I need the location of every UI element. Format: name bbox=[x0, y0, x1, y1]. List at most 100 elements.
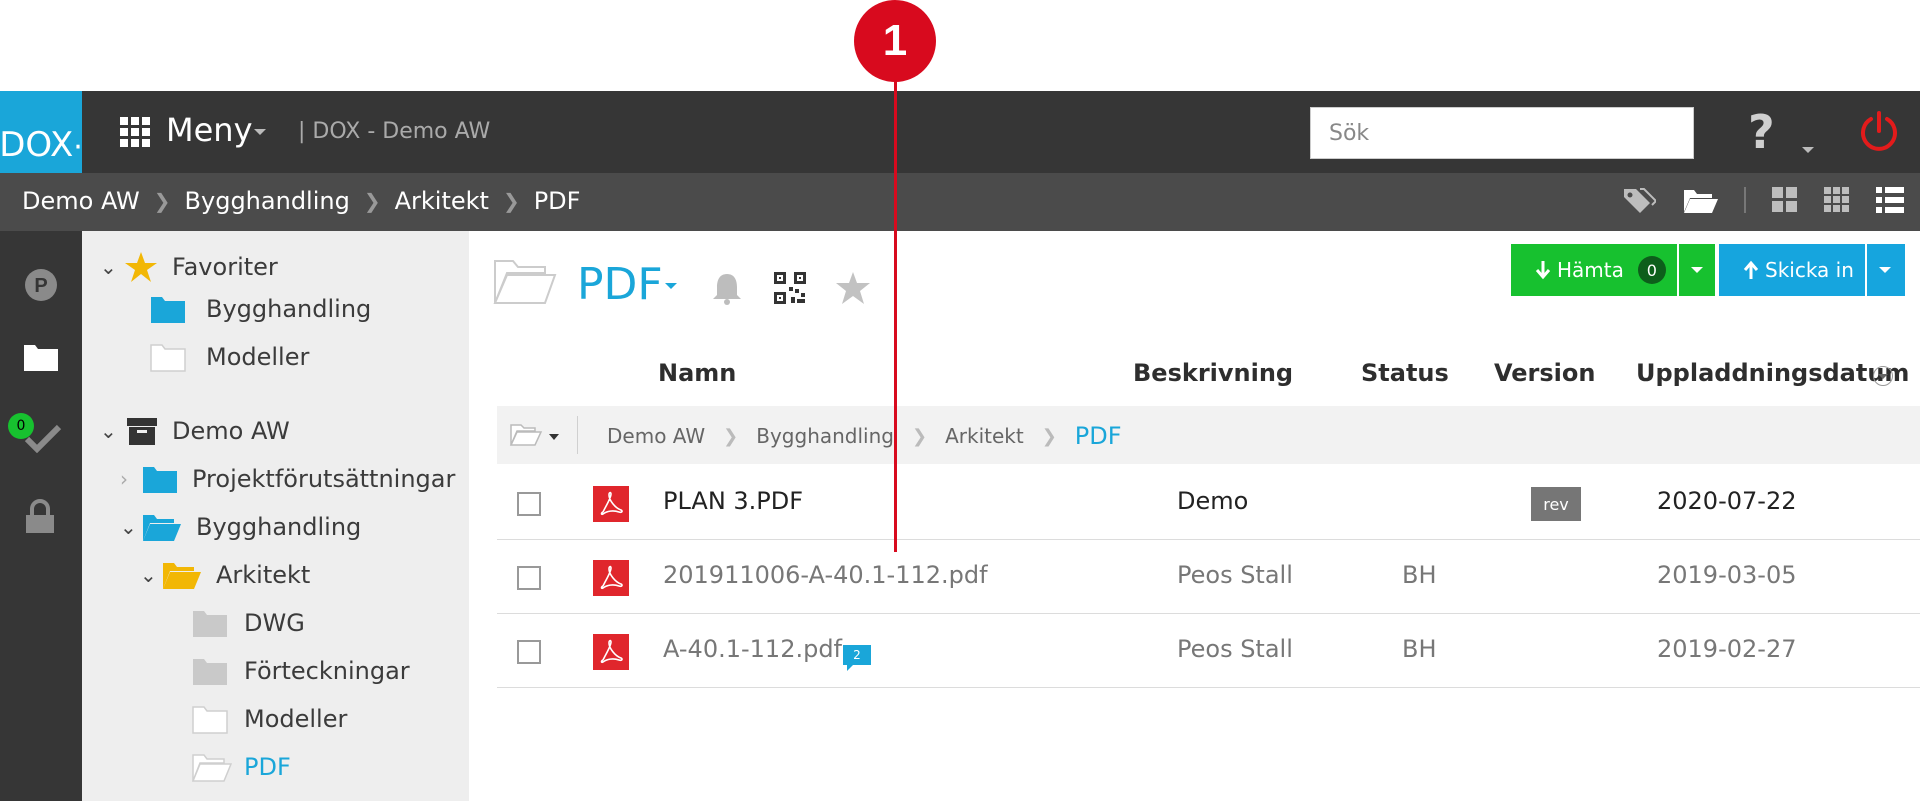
tree-label: Arkitekt bbox=[216, 561, 311, 589]
file-name[interactable]: PLAN 3.PDF bbox=[663, 487, 803, 515]
list-view-icon[interactable] bbox=[1876, 187, 1904, 213]
chevron-down-icon[interactable]: ⌄ bbox=[140, 563, 162, 587]
arrow-up-icon bbox=[1743, 260, 1759, 279]
file-status: BH bbox=[1402, 561, 1437, 589]
upload-dropdown[interactable] bbox=[1867, 244, 1905, 296]
folder-dropdown-icon[interactable] bbox=[509, 422, 565, 448]
tree-folder[interactable]: Förteckningar bbox=[192, 651, 410, 691]
bell-icon[interactable] bbox=[711, 271, 743, 305]
row-checkbox[interactable] bbox=[517, 566, 541, 590]
grid-menu-icon[interactable] bbox=[120, 117, 150, 147]
help-icon[interactable]: ? bbox=[1748, 105, 1775, 159]
column-header-version[interactable]: Version bbox=[1494, 359, 1595, 387]
table-row[interactable]: 201911006-A-40.1-112.pdf Peos Stall BH 2… bbox=[497, 541, 1920, 614]
download-count-badge: 0 bbox=[1637, 256, 1666, 284]
favorite-star-icon[interactable] bbox=[835, 271, 871, 305]
tree-folder[interactable]: ⌄ Bygghandling bbox=[120, 507, 361, 547]
large-grid-view-icon[interactable] bbox=[1772, 187, 1798, 213]
column-header-status[interactable]: Status bbox=[1361, 359, 1449, 387]
chevron-right-icon: ❯ bbox=[153, 189, 171, 213]
path-item[interactable]: Demo AW bbox=[607, 424, 705, 448]
table-row[interactable]: A-40.1-112.pdf 2 Peos Stall BH 2019-02-2… bbox=[497, 615, 1920, 688]
tree-favorite-item[interactable]: Modeller bbox=[150, 337, 309, 377]
chevron-down-icon[interactable]: ⌄ bbox=[120, 515, 142, 539]
upload-label: Skicka in bbox=[1765, 258, 1854, 282]
documents-folder-icon[interactable] bbox=[23, 341, 59, 373]
chevron-right-icon: ❯ bbox=[363, 189, 381, 213]
star-icon bbox=[125, 252, 157, 282]
tree-folder[interactable]: Modeller bbox=[192, 699, 347, 739]
dox-logo[interactable]: DOX · bbox=[0, 91, 83, 173]
breadcrumb-item[interactable]: PDF bbox=[534, 187, 581, 215]
tree-label: Förteckningar bbox=[244, 657, 410, 685]
download-label: Hämta bbox=[1557, 258, 1624, 282]
help-caret-icon[interactable] bbox=[1802, 147, 1814, 153]
chevron-down-icon[interactable]: ⌄ bbox=[100, 419, 122, 443]
path-item-current[interactable]: PDF bbox=[1075, 422, 1122, 450]
lock-icon[interactable] bbox=[23, 499, 57, 535]
small-grid-view-icon[interactable] bbox=[1824, 187, 1850, 213]
file-name[interactable]: A-40.1-112.pdf bbox=[663, 635, 842, 663]
menu-button[interactable]: Meny bbox=[166, 111, 253, 149]
breadcrumb-item[interactable]: Bygghandling bbox=[185, 187, 350, 215]
column-header-name[interactable]: Namn bbox=[658, 359, 736, 387]
file-date: 2019-02-27 bbox=[1657, 635, 1797, 663]
project-label: | DOX - Demo AW bbox=[298, 119, 491, 144]
column-header-upload-date[interactable]: Uppladdningsdatum bbox=[1636, 359, 1909, 387]
pdf-file-icon bbox=[593, 560, 629, 596]
folder-tree: ⌄ Favoriter Bygghandling Modeller ⌄ Demo… bbox=[82, 231, 469, 801]
comment-count-badge[interactable]: 2 bbox=[843, 645, 871, 671]
tree-favorites[interactable]: ⌄ Favoriter bbox=[100, 247, 278, 287]
power-icon[interactable] bbox=[1856, 109, 1902, 155]
tree-favorite-item[interactable]: Bygghandling bbox=[150, 289, 371, 329]
chevron-right-icon[interactable]: › bbox=[120, 467, 142, 491]
upload-button[interactable]: Skicka in bbox=[1719, 244, 1865, 296]
row-checkbox[interactable] bbox=[517, 492, 541, 516]
view-toolbar bbox=[1622, 185, 1904, 215]
column-header-description[interactable]: Beskrivning bbox=[1133, 359, 1293, 387]
sort-dropdown-icon[interactable] bbox=[1873, 366, 1893, 386]
tree-project[interactable]: ⌄ Demo AW bbox=[100, 411, 290, 451]
left-rail: P 0 bbox=[0, 231, 82, 801]
tasks-count-badge: 0 bbox=[8, 413, 34, 439]
folder-path: Demo AW ❯ Bygghandling ❯ Arkitekt ❯ PDF bbox=[607, 422, 1122, 450]
download-dropdown[interactable] bbox=[1679, 244, 1715, 296]
main-content: PDF Hämta 0 Skicka in Namn Beskrivning S… bbox=[469, 231, 1920, 801]
file-description: Peos Stall bbox=[1177, 561, 1293, 589]
tree-folder[interactable]: › Projektförutsättningar bbox=[120, 459, 455, 499]
title-caret-icon[interactable] bbox=[665, 283, 677, 289]
folder-open-icon[interactable] bbox=[1682, 186, 1718, 214]
breadcrumb-item[interactable]: Arkitekt bbox=[395, 187, 489, 215]
file-date: 2019-03-05 bbox=[1657, 561, 1797, 589]
qr-code-icon[interactable] bbox=[773, 271, 807, 305]
chevron-right-icon: ❯ bbox=[723, 425, 739, 447]
search-input[interactable] bbox=[1310, 107, 1694, 159]
download-button[interactable]: Hämta 0 bbox=[1511, 244, 1677, 296]
chevron-right-icon: ❯ bbox=[502, 189, 520, 213]
chevron-down-icon[interactable]: ⌄ bbox=[100, 255, 122, 279]
folder-empty-icon bbox=[192, 706, 228, 734]
tree-folder-selected[interactable]: PDF bbox=[192, 747, 291, 787]
tree-folder[interactable]: ⌄ Arkitekt bbox=[140, 555, 310, 595]
tree-label: DWG bbox=[244, 609, 305, 637]
table-row[interactable]: PLAN 3.PDF Demo rev 2020-07-22 bbox=[497, 467, 1920, 540]
breadcrumb: Demo AW ❯ Bygghandling ❯ Arkitekt ❯ PDF bbox=[22, 187, 580, 215]
annotation-marker: 1 bbox=[854, 0, 936, 82]
tags-icon[interactable] bbox=[1622, 185, 1656, 215]
caret-down-icon bbox=[1691, 267, 1703, 273]
project-p-icon[interactable]: P bbox=[23, 267, 59, 303]
breadcrumb-item[interactable]: Demo AW bbox=[22, 187, 140, 215]
caret-down-icon bbox=[1879, 267, 1891, 273]
menu-caret-icon[interactable] bbox=[254, 129, 266, 135]
pdf-file-icon bbox=[593, 486, 629, 522]
version-badge[interactable]: rev bbox=[1531, 487, 1581, 521]
path-item[interactable]: Bygghandling bbox=[756, 424, 894, 448]
chevron-right-icon: ❯ bbox=[1041, 425, 1057, 447]
breadcrumb-bar: Demo AW ❯ Bygghandling ❯ Arkitekt ❯ PDF bbox=[0, 173, 1920, 231]
tree-folder[interactable]: DWG bbox=[192, 603, 305, 643]
row-checkbox[interactable] bbox=[517, 640, 541, 664]
tree-label: Modeller bbox=[206, 343, 310, 371]
path-item[interactable]: Arkitekt bbox=[945, 424, 1024, 448]
folder-title[interactable]: PDF bbox=[577, 259, 663, 310]
file-name[interactable]: 201911006-A-40.1-112.pdf bbox=[663, 561, 988, 589]
